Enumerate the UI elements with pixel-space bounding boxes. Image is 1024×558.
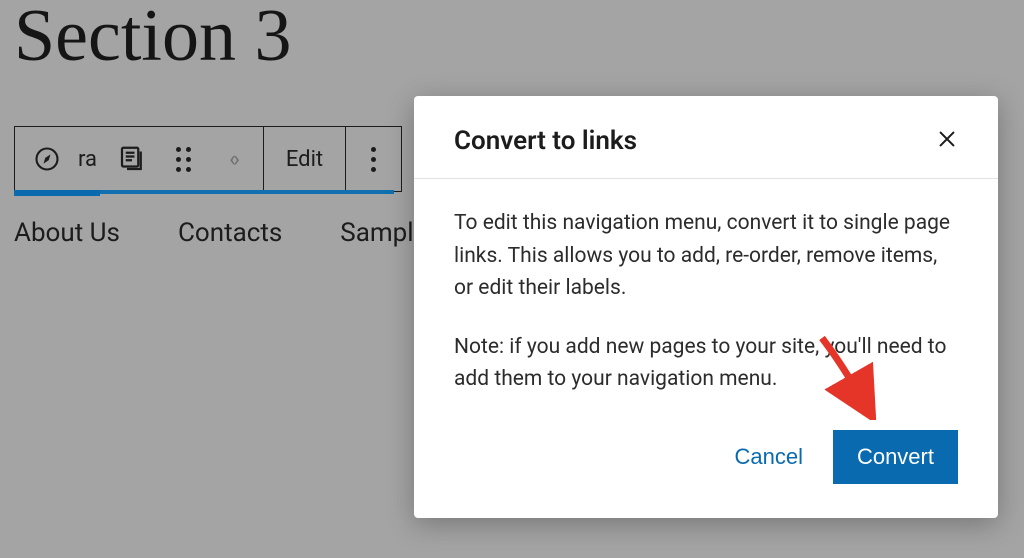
drag-handle-icon[interactable] [164,126,202,192]
modal-title: Convert to links [454,126,637,156]
convert-button[interactable]: Convert [833,430,958,484]
page-root: Section 3 ra ‹ › Edit About [0,0,1024,558]
nav-link-contacts[interactable]: Contacts [178,218,282,248]
nav-link-about[interactable]: About Us [14,218,120,248]
close-icon[interactable] [936,128,958,155]
modal-paragraph-2: Note: if you add new pages to your site,… [454,331,958,396]
modal-footer: Cancel Convert [414,430,998,518]
cancel-button[interactable]: Cancel [734,444,802,470]
compass-icon[interactable] [14,126,78,192]
page-title: Section 3 [14,0,291,79]
toolbar-underline-active [14,190,100,196]
block-toolbar: ra ‹ › Edit [14,126,402,192]
nav-links-row: About Us Contacts Sample P [14,218,450,248]
convert-to-links-modal: Convert to links To edit this navigation… [414,96,998,518]
modal-header: Convert to links [414,96,998,179]
page-list-icon[interactable] [100,126,164,192]
more-options-button[interactable] [346,126,402,192]
modal-body: To edit this navigation menu, convert it… [414,179,998,430]
move-arrows[interactable]: ‹ › [202,126,264,192]
toolbar-text-fragment: ra [78,126,100,192]
modal-paragraph-1: To edit this navigation menu, convert it… [454,207,958,305]
edit-button[interactable]: Edit [264,126,346,192]
